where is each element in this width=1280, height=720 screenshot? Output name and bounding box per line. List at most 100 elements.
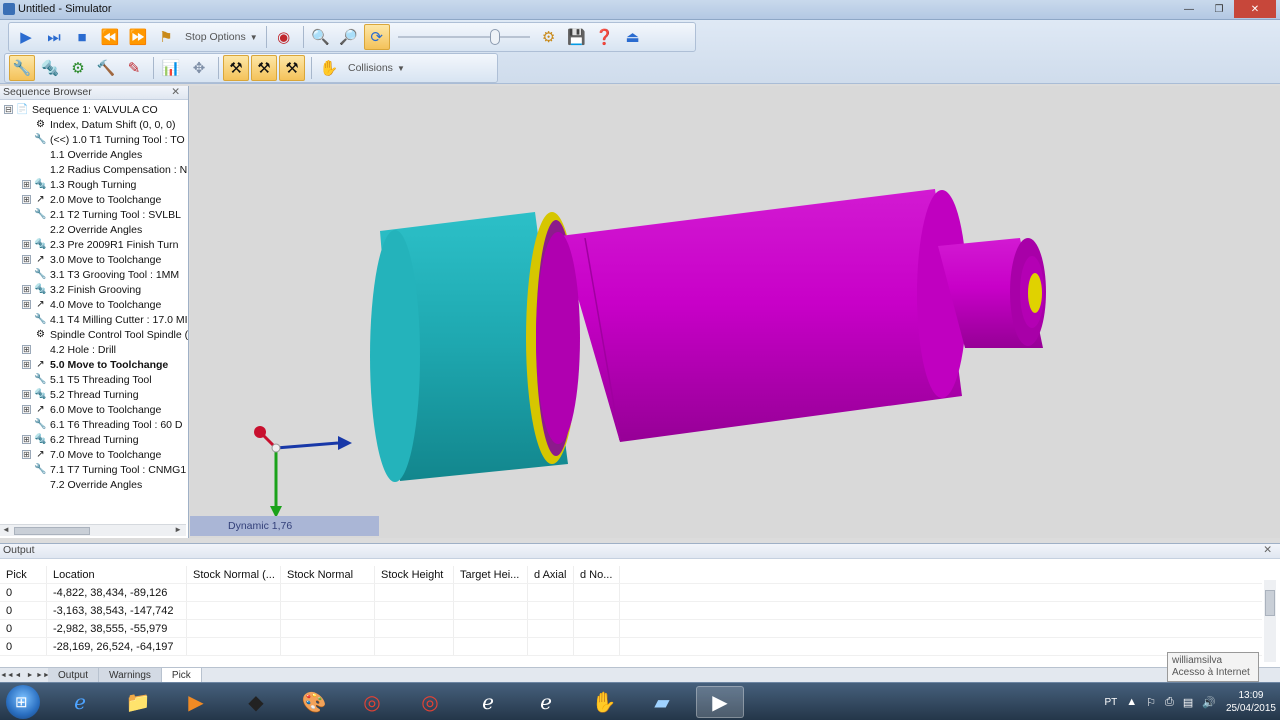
vertical-scrollbar[interactable] — [1264, 580, 1276, 662]
expand-icon[interactable]: ⊞ — [22, 285, 31, 294]
zoom-fit-icon[interactable]: 🔎 — [336, 24, 362, 50]
close-icon[interactable]: ✕ — [1263, 544, 1272, 556]
ie-icon[interactable]: ℯ — [56, 686, 104, 718]
tree-item[interactable]: ⊟ 📄 Sequence 1: VALVULA CO — [0, 102, 189, 117]
chrome-icon[interactable]: ◎ — [348, 686, 396, 718]
stop-icon[interactable]: ■ — [69, 24, 95, 50]
tab-pick[interactable]: Pick — [161, 668, 202, 682]
media-player-icon[interactable]: ▶ — [172, 686, 220, 718]
scroll-thumb[interactable] — [1265, 590, 1275, 616]
tree-item[interactable]: ⊞ 🔩 1.3 Rough Turning — [0, 177, 189, 192]
tree-item[interactable]: ⚙ Index, Datum Shift (0, 0, 0) — [0, 117, 189, 132]
table-row[interactable]: 0 -3,163, 38,543, -147,742 — [0, 602, 1262, 620]
tree-item[interactable]: 🔧 5.1 T5 Threading Tool — [0, 372, 189, 387]
tree-item[interactable]: 🔧 (<<) 1.0 T1 Turning Tool : TO — [0, 132, 189, 147]
printer-icon[interactable]: ⎙ — [1165, 696, 1174, 709]
tree-item[interactable]: 1.2 Radius Compensation : N — [0, 162, 189, 177]
expand-icon[interactable]: ⊞ — [22, 345, 31, 354]
rewind-icon[interactable]: ⏪ — [97, 24, 123, 50]
help-icon[interactable]: ❓ — [592, 24, 618, 50]
network-icon[interactable]: ▤ — [1183, 696, 1193, 709]
step-icon[interactable]: ⏭ — [41, 24, 67, 50]
tree-item[interactable]: 🔧 2.1 T2 Turning Tool : SVLBL — [0, 207, 189, 222]
tree-item[interactable]: ⊞ 🔩 6.2 Thread Turning — [0, 432, 189, 447]
horizontal-scrollbar[interactable]: ◄ ► — [0, 524, 186, 536]
toolpath-icon[interactable]: ✎ — [121, 55, 147, 81]
stop-options-dropdown[interactable]: Stop Options — [185, 31, 246, 43]
column-header[interactable]: Location — [47, 566, 187, 583]
column-header[interactable]: Stock Normal (... — [187, 566, 281, 583]
column-header[interactable]: Stock Height — [375, 566, 454, 583]
chevron-down-icon[interactable]: ▼ — [397, 64, 405, 73]
axis-icon[interactable]: ✥ — [186, 55, 212, 81]
scroll-thumb[interactable] — [14, 527, 90, 535]
expand-icon[interactable]: ⊞ — [22, 240, 31, 249]
expand-icon[interactable]: ⊞ — [22, 390, 31, 399]
view-machine-icon[interactable]: ⚒ — [279, 55, 305, 81]
expand-icon[interactable]: ⊞ — [22, 405, 31, 414]
hand-icon[interactable]: ✋ — [580, 686, 628, 718]
slider-thumb[interactable] — [489, 29, 500, 45]
last-tab-icon[interactable]: ►► — [36, 672, 50, 679]
stock-icon[interactable]: 🔨 — [93, 55, 119, 81]
tree-item[interactable]: 🔧 6.1 T6 Threading Tool : 60 D — [0, 417, 189, 432]
tree-item[interactable]: ⊞ 🔩 2.3 Pre 2009R1 Finish Turn — [0, 237, 189, 252]
tool-holder-icon[interactable]: 🔩 — [37, 55, 63, 81]
paint-icon[interactable]: 🎨 — [290, 686, 338, 718]
app-icon-dark[interactable]: ◆ — [232, 686, 280, 718]
action-center-icon[interactable]: ⚐ — [1146, 696, 1156, 709]
edge-icon-2[interactable]: ℯ — [522, 686, 570, 718]
tree-item[interactable]: ⊞ ↗ 4.0 Move to Toolchange — [0, 297, 189, 312]
settings-icon[interactable]: ⚙ — [536, 24, 562, 50]
tree-item[interactable]: 2.2 Override Angles — [0, 222, 189, 237]
record-icon[interactable]: ◉ — [271, 24, 297, 50]
tree-item[interactable]: ⊞ 🔩 3.2 Finish Grooving — [0, 282, 189, 297]
table-row[interactable]: 0 -2,982, 38,555, -55,979 — [0, 620, 1262, 638]
collisions-dropdown[interactable]: Collisions — [348, 62, 393, 74]
speed-slider[interactable] — [397, 27, 530, 47]
close-icon[interactable]: ✕ — [171, 86, 180, 98]
tab-output[interactable]: Output — [48, 668, 100, 682]
simulation-viewport[interactable]: Dynamic 1,76 — [190, 86, 1280, 538]
expand-icon[interactable]: ⊞ — [22, 435, 31, 444]
collisions-icon[interactable]: ✋ — [316, 55, 342, 81]
tree-item[interactable]: ⊞ ↗ 7.0 Move to Toolchange — [0, 447, 189, 462]
sync-icon[interactable]: ⟳ — [363, 24, 390, 50]
chevron-down-icon[interactable]: ▼ — [250, 33, 258, 42]
tree-item[interactable]: 🔧 7.1 T7 Turning Tool : CNMG1 — [0, 462, 189, 477]
expand-icon[interactable]: ⊞ — [22, 300, 31, 309]
view-part-icon[interactable]: ⚒ — [251, 55, 277, 81]
tree-item[interactable]: 7.2 Override Angles — [0, 477, 189, 492]
expand-icon[interactable]: ⊞ — [22, 195, 31, 204]
stop-options-icon[interactable]: ⚑ — [153, 24, 179, 50]
scroll-left-icon[interactable]: ◄ — [2, 525, 10, 534]
expand-icon[interactable]: ⊞ — [22, 360, 31, 369]
clock[interactable]: 13:09 25/04/2015 — [1226, 689, 1276, 715]
notes-icon[interactable]: ▰ — [638, 686, 686, 718]
column-header[interactable]: Pick — [0, 566, 47, 583]
eject-icon[interactable]: ⏏ — [620, 24, 646, 50]
column-header[interactable]: Target Hei... — [454, 566, 528, 583]
expand-icon[interactable]: ⊞ — [22, 450, 31, 459]
table-row[interactable]: 0 -28,169, 26,524, -64,197 — [0, 638, 1262, 656]
expand-icon[interactable]: ⊞ — [22, 255, 31, 264]
prev-tab-icon[interactable]: ◄ — [12, 672, 24, 679]
tree-item[interactable]: ⊞ 4.2 Hole : Drill — [0, 342, 189, 357]
column-header[interactable]: Stock Normal — [281, 566, 375, 583]
tree-item[interactable]: ⊞ ↗ 2.0 Move to Toolchange — [0, 192, 189, 207]
minimize-button[interactable]: — — [1174, 0, 1204, 18]
table-row[interactable]: 0 -4,822, 38,434, -89,126 — [0, 584, 1262, 602]
tree-item[interactable]: ⊞ ↗ 5.0 Move to Toolchange — [0, 357, 189, 372]
tree-item[interactable]: ⚙ Spindle Control Tool Spindle ( — [0, 327, 189, 342]
chrome-icon-2[interactable]: ◎ — [406, 686, 454, 718]
tree-item[interactable]: ⊞ ↗ 6.0 Move to Toolchange — [0, 402, 189, 417]
chart-icon[interactable]: 📊 — [158, 55, 184, 81]
column-header[interactable]: d Axial — [528, 566, 574, 583]
fast-forward-icon[interactable]: ⏩ — [125, 24, 151, 50]
next-tab-icon[interactable]: ► — [24, 672, 36, 679]
collapse-icon[interactable]: ⊟ — [4, 105, 13, 114]
column-header[interactable]: d No... — [574, 566, 620, 583]
volume-icon[interactable]: 🔊 — [1202, 696, 1216, 709]
first-tab-icon[interactable]: ◄◄ — [0, 672, 14, 679]
tab-warnings[interactable]: Warnings — [99, 668, 162, 682]
